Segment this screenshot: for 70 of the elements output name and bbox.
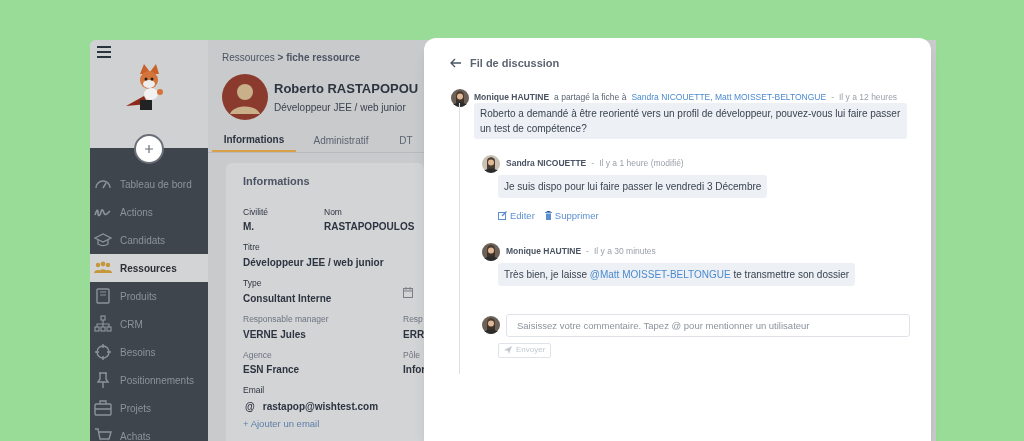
tab[interactable]: Administratif [296, 128, 386, 152]
sidebar-item[interactable]: Projets [90, 394, 208, 422]
plus-icon [145, 145, 153, 153]
trash-icon [544, 211, 552, 221]
field-label: Agence [243, 348, 273, 362]
calendar-icon [403, 287, 413, 298]
field-label: Email [243, 384, 266, 397]
email-value: rastapop@wishtest.com [262, 400, 379, 414]
sidebar-item[interactable]: Ressources [90, 254, 208, 282]
hierarchy-icon [94, 315, 112, 333]
field-value: Consultant Interne [243, 291, 333, 306]
field-value: Développeur JEE / web junior [243, 256, 385, 270]
field-value: VERNE Jules [243, 327, 307, 342]
field-label: Resp [403, 312, 424, 326]
mention-link[interactable]: @Matt MOISSET-BELTONGUE [589, 268, 731, 280]
menu-icon [97, 46, 111, 58]
avatar-silhouette-icon [222, 74, 268, 120]
graduation-cap-icon [94, 231, 112, 249]
sidebar-item[interactable]: Produits [90, 282, 208, 310]
field-label: Civilité [243, 205, 270, 219]
separator: - [831, 91, 834, 104]
field-value: ERR [403, 327, 424, 342]
field-label: Pôle [403, 348, 421, 362]
book-icon [94, 287, 112, 305]
share-text: a partagé la fiche à [554, 91, 627, 104]
crosshair-icon [94, 343, 112, 361]
separator: - [591, 157, 595, 170]
comment-author: Monique HAUTINE [506, 245, 582, 259]
briefcase-icon [94, 399, 112, 417]
tab[interactable]: Informations [212, 128, 296, 152]
add-button[interactable] [134, 134, 164, 164]
comment-bubble: Très bien, je laisse @Matt MOISSET-BELTONGUE te transmettre son dossier [498, 262, 856, 286]
field-value: ESN France [243, 363, 301, 378]
sidebar-item[interactable]: CRM [90, 310, 208, 338]
panel-title: Fil de discussion [470, 56, 560, 71]
comment-author: Monique HAUTINE [474, 91, 550, 104]
field-label: Type [243, 277, 263, 290]
field-label: Nom [324, 205, 343, 219]
field-value: RASTAPOPOULOS [324, 220, 415, 235]
sidebar-item[interactable]: Tableau de bord [90, 170, 208, 198]
field-label: Titre [243, 241, 261, 254]
profile-subtitle: Développeur JEE / web junior [274, 101, 407, 115]
sidebar-item[interactable]: Actions [90, 198, 208, 226]
back-arrow-icon [450, 58, 461, 69]
separator: - [586, 245, 589, 259]
action-link[interactable]: Editer [498, 208, 535, 223]
tab[interactable]: DT [386, 128, 424, 152]
comment-time: Il y a 12 heures [839, 91, 898, 104]
comment-bubble: Je suis dispo pour lui faire passer le vendredi 3 Décembre [498, 174, 768, 198]
sidebar-item[interactable]: Achats [90, 422, 208, 441]
field-label: Responsable manager [243, 312, 330, 326]
recipients-link[interactable]: Sandra NICOUETTE, Matt MOISSET-BELTONGUE [631, 91, 827, 104]
comment-bubble: Roberto a demandé à être reorienté vers un profil de développeur, pouvez-vous lui faire passer un test de compétence? [474, 102, 907, 139]
profile-name: Roberto RASTAPOPOU [274, 80, 419, 98]
action-link[interactable]: Supprimer [544, 208, 599, 223]
cart-icon [94, 427, 112, 441]
sidebar-item[interactable]: Positionnements [90, 366, 208, 394]
comment-time: Il y a 1 heure (modifié) [599, 157, 684, 170]
edit-icon [498, 211, 507, 221]
breadcrumb: Ressources > fiche ressource [221, 51, 362, 65]
comment-author: Sandra NICOUETTE [506, 157, 587, 170]
card-title: Informations [243, 174, 311, 189]
send-icon [504, 346, 512, 355]
add-email-link[interactable]: + Ajouter un email [243, 417, 424, 432]
sidebar-item[interactable]: Besoins [90, 338, 208, 366]
sidebar-item[interactable]: Candidats [90, 226, 208, 254]
pushpin-icon [94, 371, 112, 389]
comment-time: Il y a 30 minutes [593, 245, 656, 259]
at-sign: @ [245, 400, 255, 414]
field-value: M. [243, 220, 256, 235]
